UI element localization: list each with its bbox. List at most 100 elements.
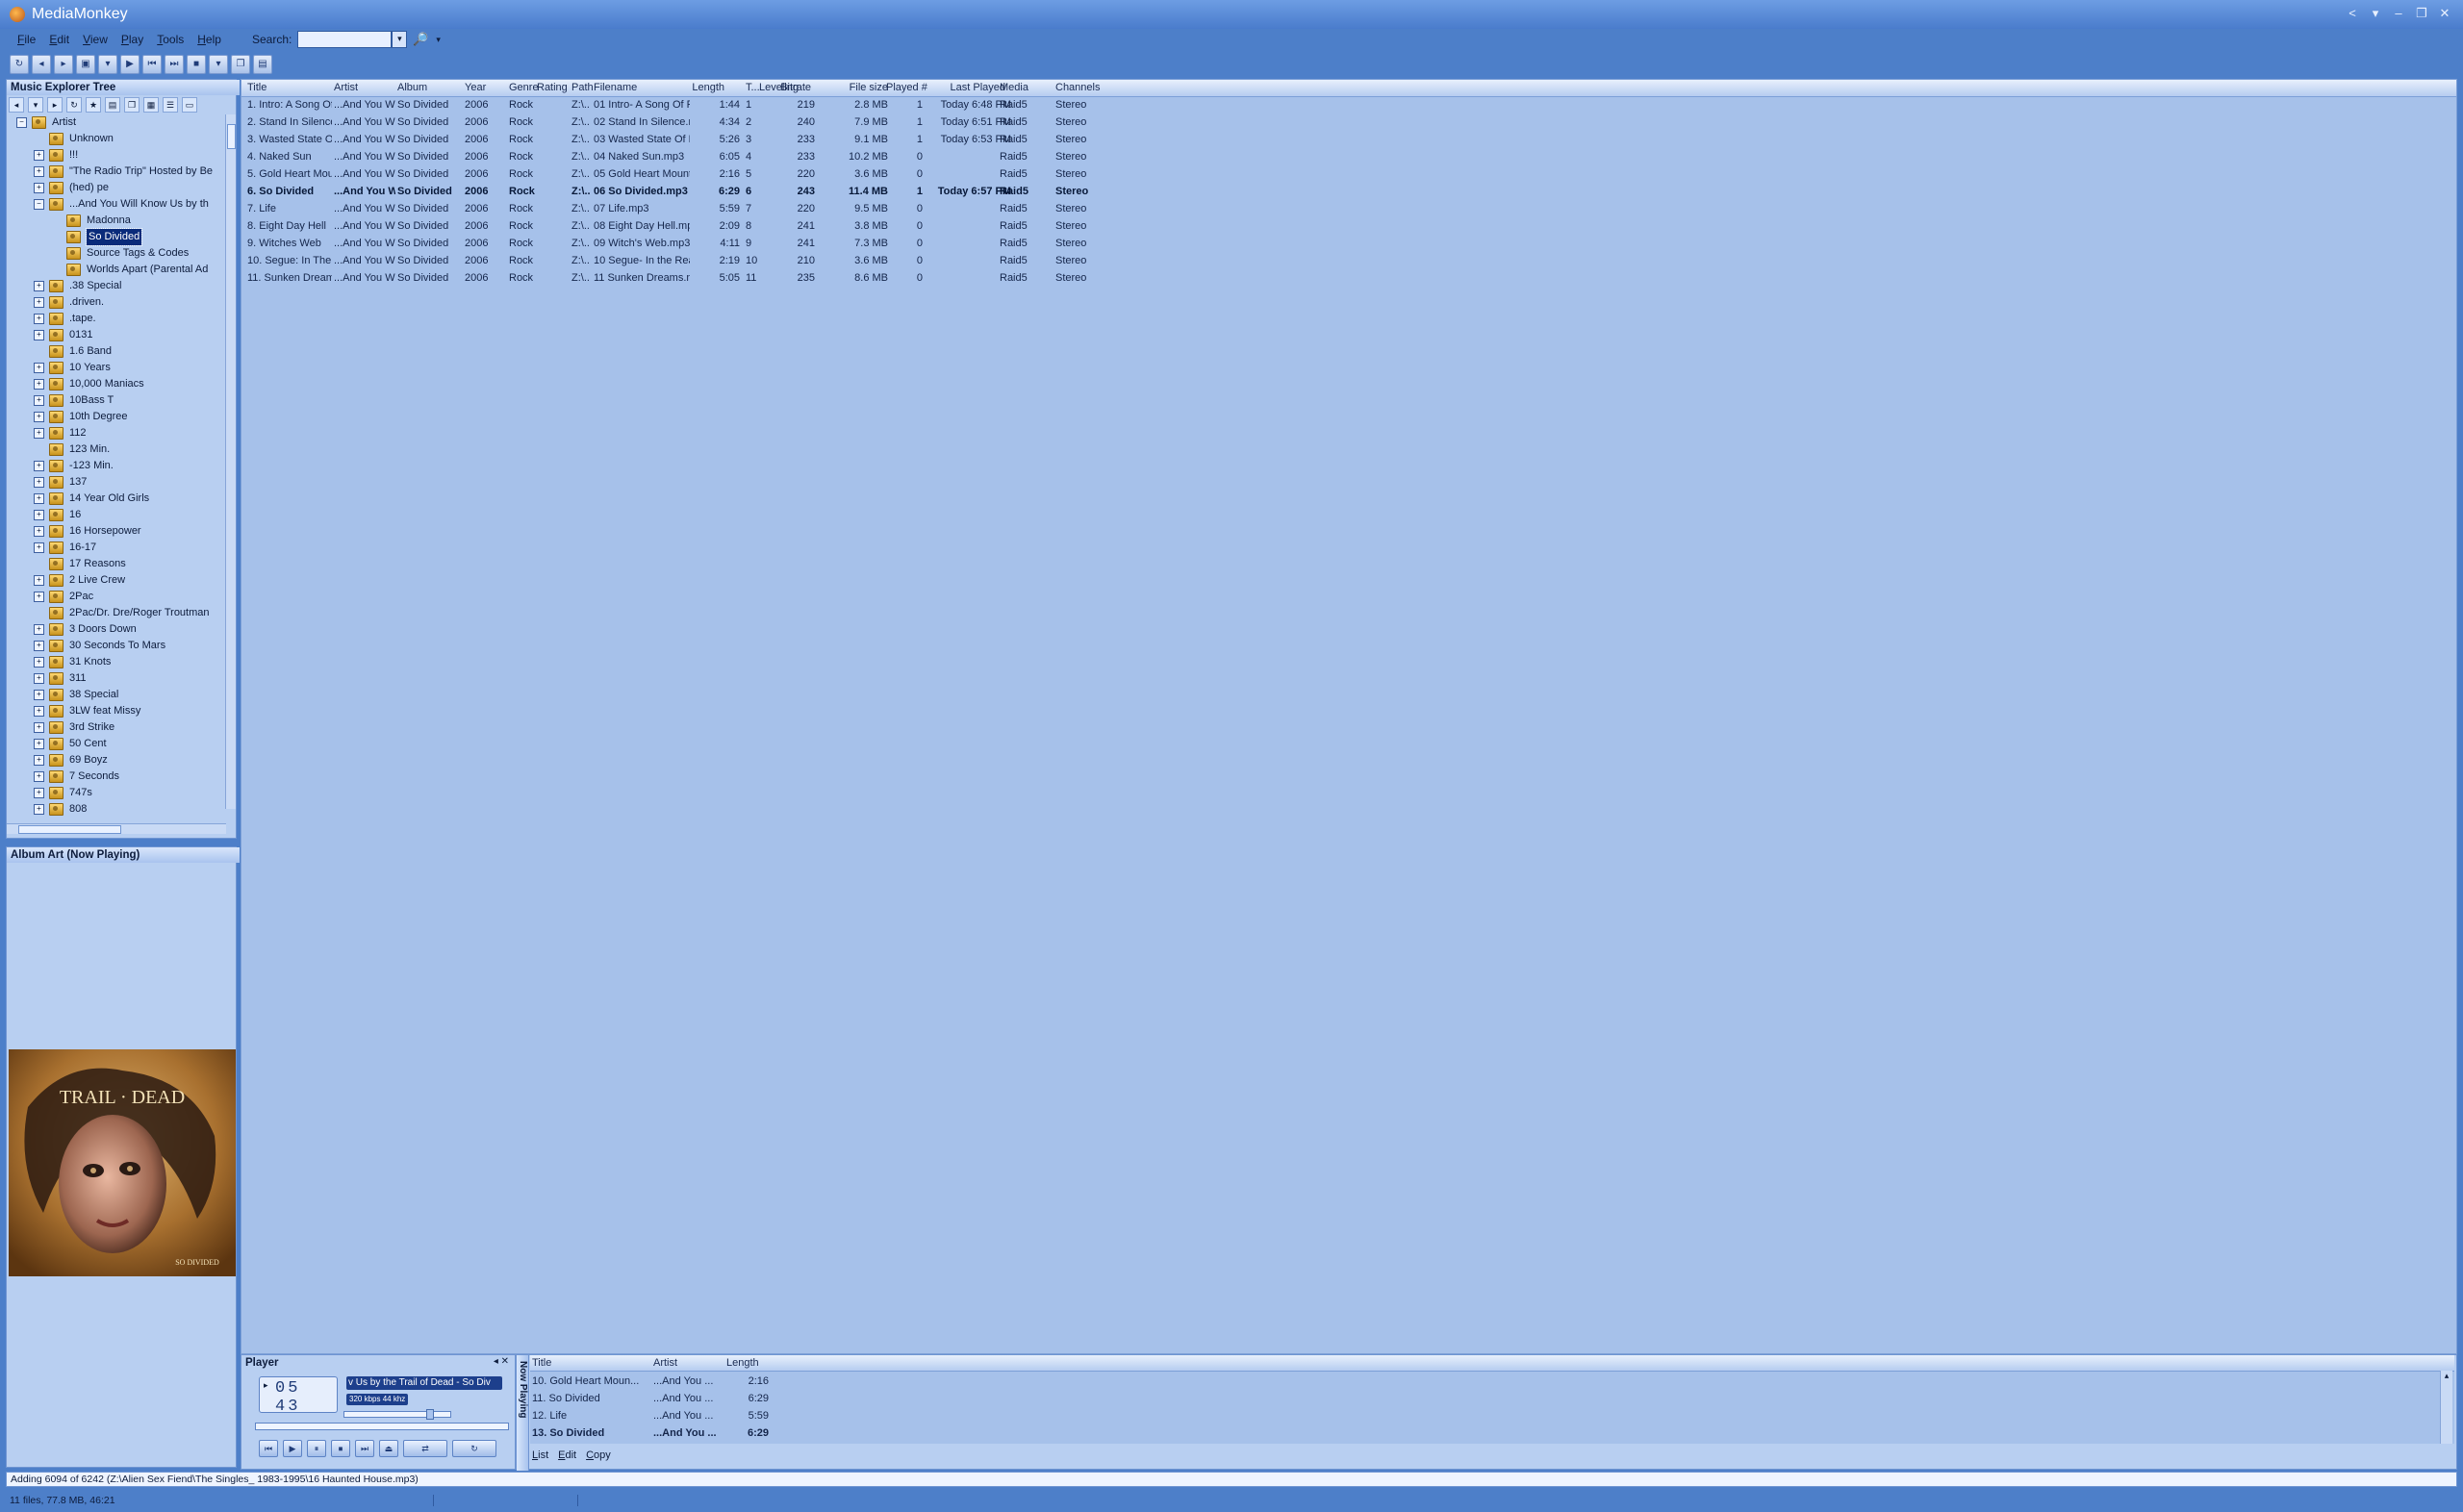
tree-item[interactable]: +38 Special bbox=[34, 687, 118, 703]
tree-item[interactable]: +808 bbox=[34, 801, 87, 818]
expand-icon[interactable]: + bbox=[34, 281, 44, 291]
tree-item[interactable]: +0131 bbox=[34, 327, 92, 343]
search-input[interactable] bbox=[297, 31, 393, 48]
expand-icon[interactable]: + bbox=[34, 771, 44, 782]
tree-doc-icon[interactable]: ▭ bbox=[182, 97, 197, 113]
track-row[interactable]: 4. Naked Sun ...And You Will Kn...So Divi… bbox=[241, 148, 2456, 165]
expand-icon[interactable]: + bbox=[34, 330, 44, 340]
tree-copy-icon[interactable]: ❐ bbox=[124, 97, 140, 113]
np-row[interactable]: 11. So Divided ...And You ... 6:29 bbox=[530, 1390, 2454, 1407]
expand-icon[interactable]: + bbox=[34, 477, 44, 488]
expand-icon[interactable]: + bbox=[34, 510, 44, 520]
expand-icon[interactable]: + bbox=[34, 804, 44, 815]
tree-view[interactable]: − Artist Unknown +!!! + "The Radio Trip" Host… bbox=[7, 114, 226, 824]
tree-dropdown-icon[interactable]: ▾ bbox=[28, 97, 43, 113]
tree-item[interactable]: So Divided bbox=[51, 228, 143, 246]
menu-play[interactable]: Play bbox=[121, 33, 143, 46]
expand-icon[interactable]: + bbox=[34, 673, 44, 684]
tree-folder-icon[interactable]: ▤ bbox=[105, 97, 120, 113]
np-row[interactable]: 13. So Divided ...And You ... 6:29 bbox=[530, 1424, 2454, 1442]
now-playing-list[interactable]: Title Artist Length 10. Gold Heart Moun...… bbox=[530, 1355, 2454, 1444]
tree-item[interactable]: +3rd Strike bbox=[34, 719, 114, 736]
tree-hscroll-thumb[interactable] bbox=[18, 825, 121, 834]
expand-icon[interactable]: + bbox=[34, 314, 44, 324]
expand-icon[interactable]: + bbox=[34, 641, 44, 651]
search-options-dropdown[interactable]: ▾ bbox=[436, 35, 441, 45]
repeat-button[interactable]: ↻ bbox=[452, 1440, 496, 1457]
expand-icon[interactable]: + bbox=[34, 428, 44, 439]
tree-item[interactable]: + .tape. bbox=[34, 311, 96, 327]
player-close-icon[interactable]: ◂ ✕ bbox=[494, 1356, 509, 1367]
track-row[interactable]: 10. Segue: In The Realms......And You Wi… bbox=[241, 252, 2456, 269]
tree-vertical-scrollbar[interactable] bbox=[225, 114, 236, 809]
column-header[interactable]: Title bbox=[247, 80, 332, 96]
track-list[interactable]: Title Artist Album Year Genre Rating Path Filen… bbox=[241, 79, 2457, 1354]
tree-item[interactable]: + .38 Special bbox=[34, 278, 121, 294]
expand-icon[interactable]: + bbox=[34, 150, 44, 161]
column-header[interactable]: Media bbox=[1000, 80, 1052, 96]
expand-icon[interactable]: + bbox=[34, 379, 44, 390]
column-header[interactable]: Filename bbox=[594, 80, 690, 96]
expand-icon[interactable]: + bbox=[34, 493, 44, 504]
np-copy-button[interactable]: Copy bbox=[586, 1449, 611, 1461]
tree-item[interactable]: +10,000 Maniacs bbox=[34, 376, 144, 392]
np-column-header[interactable]: Length bbox=[726, 1355, 759, 1372]
menu-edit[interactable]: Edit bbox=[49, 33, 69, 46]
column-header[interactable]: Album bbox=[397, 80, 463, 96]
tree-item[interactable]: + -123 Min. bbox=[34, 458, 114, 474]
tree-star-icon[interactable]: ★ bbox=[86, 97, 101, 113]
window-menu-button[interactable]: < bbox=[2342, 5, 2363, 22]
maximize-button[interactable]: ❐ bbox=[2411, 5, 2432, 22]
menu-help[interactable]: Help bbox=[197, 33, 221, 46]
eject-button[interactable]: ⏏ bbox=[379, 1440, 398, 1457]
expand-icon[interactable]: + bbox=[34, 706, 44, 717]
stop-icon[interactable]: ■ bbox=[187, 55, 206, 74]
tree-item[interactable]: +137 bbox=[34, 474, 87, 491]
tree-item[interactable]: +7 Seconds bbox=[34, 769, 119, 785]
column-header[interactable]: Rating bbox=[537, 80, 568, 96]
search-history-dropdown[interactable]: ▾ bbox=[392, 31, 408, 48]
expand-icon[interactable]: + bbox=[34, 592, 44, 602]
elapsed-time[interactable]: 05 43 bbox=[275, 1379, 337, 1416]
tree-item[interactable]: +3 Doors Down bbox=[34, 621, 137, 638]
tree-item[interactable]: + .driven. bbox=[34, 294, 104, 311]
expand-icon[interactable]: + bbox=[34, 739, 44, 749]
prev-icon[interactable]: ⏮ bbox=[142, 55, 162, 74]
tree-refresh-icon[interactable]: ↻ bbox=[66, 97, 82, 113]
column-header[interactable]: Year bbox=[465, 80, 495, 96]
np-column-header[interactable]: Title bbox=[532, 1355, 551, 1372]
tree-item[interactable]: 1.6 Band bbox=[34, 343, 112, 360]
track-row[interactable]: 3. Wasted State Of Mind...And You Will K… bbox=[241, 131, 2456, 148]
tree-item[interactable]: + (hed) pe bbox=[34, 180, 109, 196]
column-header[interactable]: Played # bbox=[886, 80, 927, 96]
collapse-icon[interactable]: − bbox=[34, 199, 44, 210]
tree-horizontal-scrollbar[interactable] bbox=[7, 823, 226, 834]
np-edit-button[interactable]: Edit bbox=[558, 1449, 576, 1461]
np-list-button[interactable]: List bbox=[532, 1449, 548, 1461]
column-header[interactable]: Last Played bbox=[930, 80, 1005, 96]
collapse-icon[interactable]: − bbox=[16, 117, 27, 128]
dropdown-icon[interactable]: ▾ bbox=[209, 55, 228, 74]
expand-icon[interactable]: + bbox=[34, 461, 44, 471]
play-icon[interactable]: ▶ bbox=[120, 55, 140, 74]
previous-button[interactable]: ⏮ bbox=[259, 1440, 278, 1457]
tree-item[interactable]: +112 bbox=[34, 425, 87, 441]
column-header[interactable]: Channels bbox=[1055, 80, 1132, 96]
menu-file[interactable]: File bbox=[17, 33, 36, 46]
stop-button[interactable]: ⏹ bbox=[331, 1440, 350, 1457]
tree-item[interactable]: Source Tags & Codes bbox=[51, 245, 189, 262]
copy-icon[interactable]: ❐ bbox=[231, 55, 250, 74]
expand-icon[interactable]: + bbox=[34, 788, 44, 798]
track-row[interactable]: 5. Gold Heart Mountain To......And You W… bbox=[241, 165, 2456, 183]
tree-item[interactable]: +10th Degree bbox=[34, 409, 128, 425]
track-row[interactable]: 7. Life ...And You Will Kn...So Divided 20… bbox=[241, 200, 2456, 217]
close-button[interactable]: ✕ bbox=[2434, 5, 2455, 22]
expand-icon[interactable]: + bbox=[34, 395, 44, 406]
tree-item[interactable]: +50 Cent bbox=[34, 736, 107, 752]
track-row[interactable]: 2. Stand In Silence...And You Will Kn...… bbox=[241, 113, 2456, 131]
expand-icon[interactable]: + bbox=[34, 624, 44, 635]
expand-icon[interactable]: + bbox=[34, 690, 44, 700]
menu-view[interactable]: View bbox=[83, 33, 108, 46]
column-header[interactable]: Artist bbox=[334, 80, 395, 96]
tree-item[interactable]: Unknown bbox=[34, 131, 114, 147]
